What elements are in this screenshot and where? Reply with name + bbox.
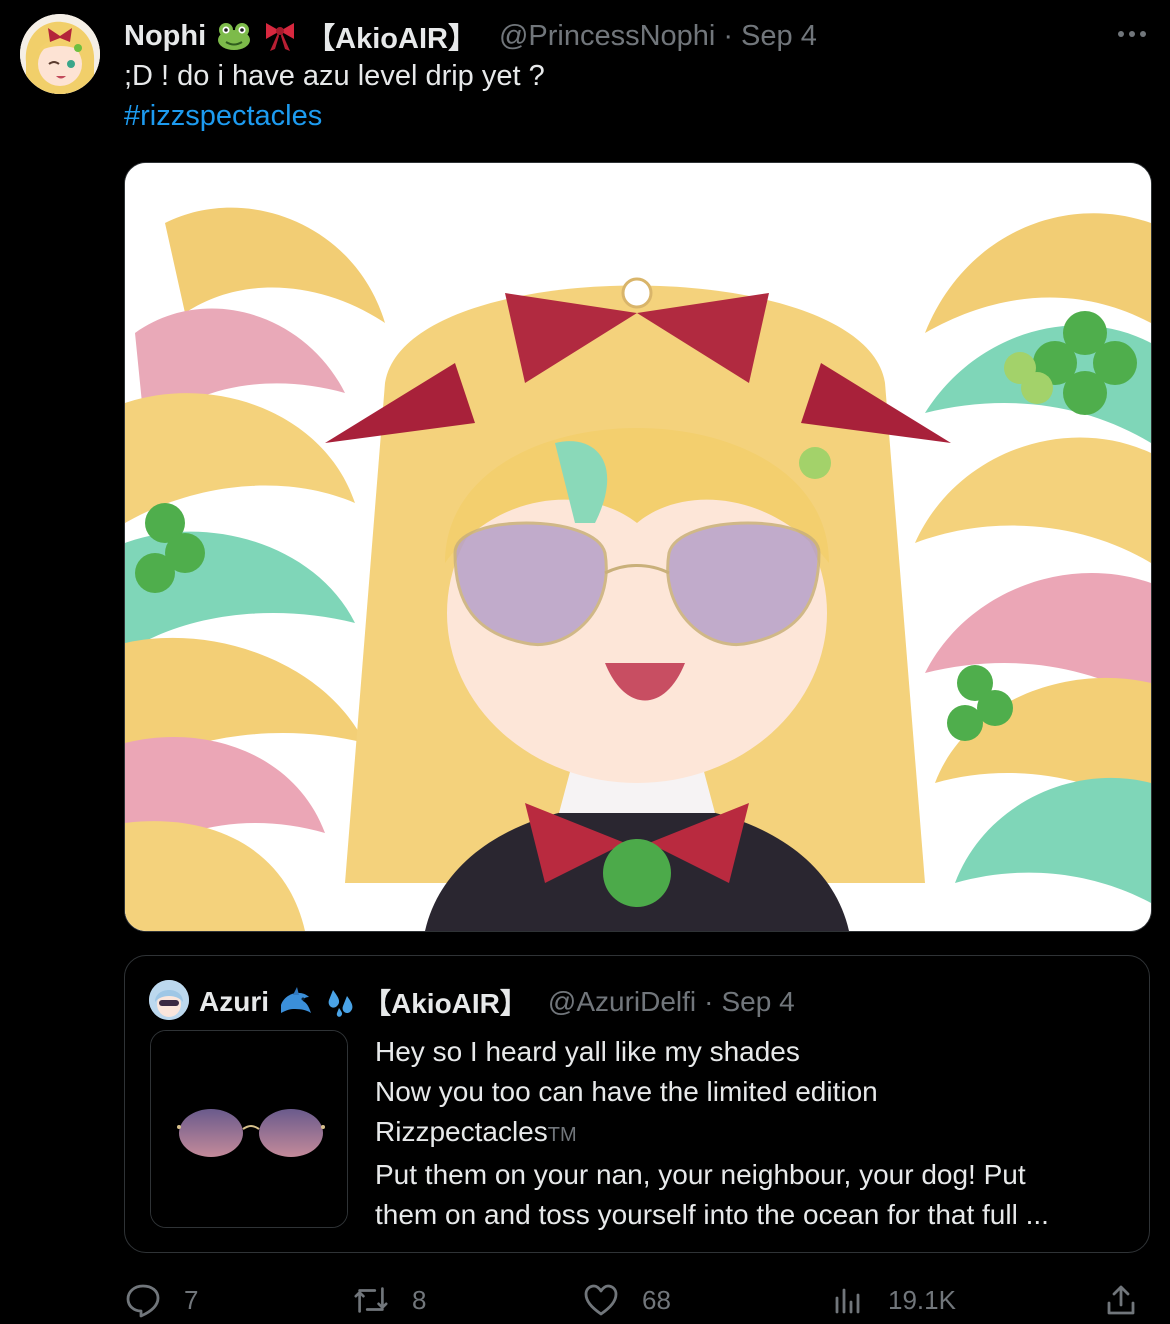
- quoted-author-affiliation: 【AkioAIR】: [363, 988, 528, 1019]
- reply-count: 7: [184, 1284, 199, 1315]
- share-icon: [1102, 1281, 1140, 1319]
- tweet-actions: 7 8 68 19.1K: [124, 1278, 1154, 1322]
- quoted-tweet-date[interactable]: Sep 4: [721, 986, 794, 1018]
- author-display-name[interactable]: Nophi: [124, 20, 206, 53]
- reply-icon: [124, 1281, 162, 1319]
- tweet-media-image[interactable]: [124, 162, 1152, 932]
- retweet-button[interactable]: 8: [352, 1278, 426, 1322]
- quoted-author-avatar[interactable]: [149, 980, 189, 1020]
- like-button[interactable]: 68: [582, 1278, 671, 1322]
- anime-illustration-image: [125, 163, 1151, 931]
- quoted-tweet-text: Hey so I heard yall like my shades Now y…: [375, 1032, 1049, 1235]
- separator-dot: ·: [704, 986, 714, 1017]
- separator-dot: ·: [723, 19, 734, 52]
- quoted-author-display-name[interactable]: Azuri: [199, 986, 269, 1018]
- retweet-count: 8: [412, 1284, 427, 1315]
- quoted-text-segment: Rizzpectacles: [375, 1116, 548, 1147]
- quoted-text-line: Hey so I heard yall like my shades: [375, 1036, 800, 1067]
- tweet-date[interactable]: Sep 4: [741, 20, 817, 53]
- tweet-text: ;D ! do i have azu level drip yet ?: [124, 60, 545, 92]
- tweet: Nophi 【AkioAIR】 @PrincessNophi · Sep 4 ;…: [0, 0, 1170, 1324]
- quoted-text-line: RizzpectaclesTM: [375, 1112, 1049, 1155]
- quoted-text-line: Now you too can have the limited edition: [375, 1076, 878, 1107]
- trademark-mark: TM: [547, 1124, 577, 1146]
- quoted-text-line: Put them on your nan, your neighbour, yo…: [375, 1159, 1026, 1190]
- view-count: 19.1K: [888, 1284, 956, 1315]
- reply-button[interactable]: 7: [124, 1278, 198, 1322]
- frog-icon: [216, 18, 252, 54]
- share-button[interactable]: [1102, 1278, 1140, 1322]
- analytics-icon: [828, 1281, 866, 1319]
- more-options-icon[interactable]: [1110, 16, 1154, 52]
- tweet-header: Nophi 【AkioAIR】 @PrincessNophi · Sep 4: [124, 16, 817, 56]
- dolphin-icon: [279, 985, 313, 1019]
- quoted-tweet[interactable]: Azuri 【AkioAIR】 @AzuriDelfi · Sep 4 Hey …: [124, 955, 1150, 1253]
- quoted-author-handle[interactable]: @AzuriDelfi: [548, 986, 696, 1018]
- sweat-droplets-icon: [323, 985, 357, 1019]
- heart-icon: [582, 1281, 620, 1319]
- hashtag-link[interactable]: #rizzspectacles: [124, 100, 322, 133]
- quoted-tweet-header: Azuri 【AkioAIR】 @AzuriDelfi · Sep 4: [199, 982, 795, 1022]
- views-button[interactable]: 19.1K: [828, 1278, 956, 1322]
- author-handle[interactable]: @PrincessNophi: [499, 20, 715, 53]
- quoted-media-thumbnail[interactable]: [150, 1030, 348, 1228]
- author-avatar[interactable]: [20, 14, 100, 94]
- quoted-text-line: them on and toss yourself into the ocean…: [375, 1199, 1049, 1230]
- ribbon-icon: [262, 18, 298, 54]
- like-count: 68: [642, 1284, 671, 1315]
- retweet-icon: [352, 1281, 390, 1319]
- sunglasses-image: [151, 1031, 347, 1227]
- author-affiliation: 【AkioAIR】: [306, 23, 477, 55]
